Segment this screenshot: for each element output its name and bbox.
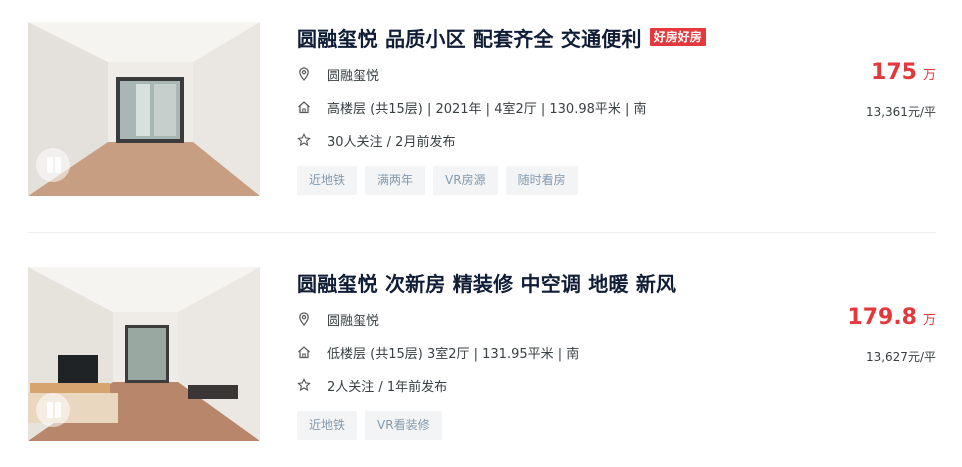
listing-card[interactable]: 圆融玺悦 品质小区 配套齐全 交通便利 好房好房 圆融玺悦 高楼层 (共15层)…: [0, 22, 962, 222]
listing-divider: [28, 232, 936, 233]
location-pin-icon: [299, 312, 309, 326]
listing-photo[interactable]: [28, 267, 260, 441]
total-price-value: 175: [871, 60, 917, 85]
community-row: 圆融玺悦: [297, 309, 379, 329]
follow-info: 2人关注 / 1年前发布: [327, 379, 448, 395]
location-pin-icon: [299, 67, 309, 81]
tag-chip: 近地铁: [297, 411, 358, 440]
follow-info-row: 30人关注 / 2月前发布: [297, 130, 455, 150]
tag-chip: 随时看房: [505, 166, 578, 195]
tag-chip: 近地铁: [297, 166, 358, 195]
house-info: 高楼层 (共15层) | 2021年 | 4室2厅 | 130.98平米 | 南: [327, 101, 647, 117]
total-price: 179.8 万: [847, 305, 936, 330]
community-row: 圆融玺悦: [297, 64, 379, 84]
total-price-unit: 万: [922, 313, 936, 328]
unit-price: 13,361元/平: [865, 105, 936, 119]
follow-info-row: 2人关注 / 1年前发布: [297, 375, 447, 395]
good-house-badge: 好房好房: [649, 28, 706, 46]
total-price-unit: 万: [922, 68, 936, 83]
tag-chip: VR房源: [433, 166, 498, 195]
listing-photo[interactable]: [28, 22, 260, 196]
total-price: 175 万: [871, 60, 936, 85]
community-link[interactable]: 圆融玺悦: [327, 310, 379, 329]
community-link[interactable]: 圆融玺悦: [327, 65, 379, 84]
listing-card[interactable]: 圆融玺悦 次新房 精装修 中空调 地暖 新风 圆融玺悦 低楼层 (共15层) 3…: [0, 267, 962, 467]
tag-chip: 满两年: [365, 166, 426, 195]
total-price-value: 179.8: [847, 305, 917, 330]
listing-title[interactable]: 圆融玺悦 次新房 精装修 中空调 地暖 新风: [297, 268, 676, 297]
tag-chip: VR看装修: [365, 411, 442, 440]
unit-price: 13,627元/平: [865, 350, 936, 364]
tag-list: 近地铁 VR看装修: [297, 411, 442, 440]
house-info-row: 低楼层 (共15层) 3室2厅 | 131.95平米 | 南: [297, 342, 579, 362]
house-icon: [298, 346, 310, 359]
listing-title[interactable]: 圆融玺悦 品质小区 配套齐全 交通便利: [297, 23, 642, 52]
star-icon: [297, 133, 311, 147]
star-icon: [297, 378, 311, 392]
house-info: 低楼层 (共15层) 3室2厅 | 131.95平米 | 南: [327, 346, 580, 362]
vr-icon[interactable]: [36, 393, 70, 427]
house-icon: [298, 101, 310, 114]
tag-list: 近地铁 满两年 VR房源 随时看房: [297, 166, 578, 195]
vr-icon[interactable]: [36, 148, 70, 182]
follow-info: 30人关注 / 2月前发布: [327, 134, 456, 150]
house-info-row: 高楼层 (共15层) | 2021年 | 4室2厅 | 130.98平米 | 南: [297, 97, 647, 117]
